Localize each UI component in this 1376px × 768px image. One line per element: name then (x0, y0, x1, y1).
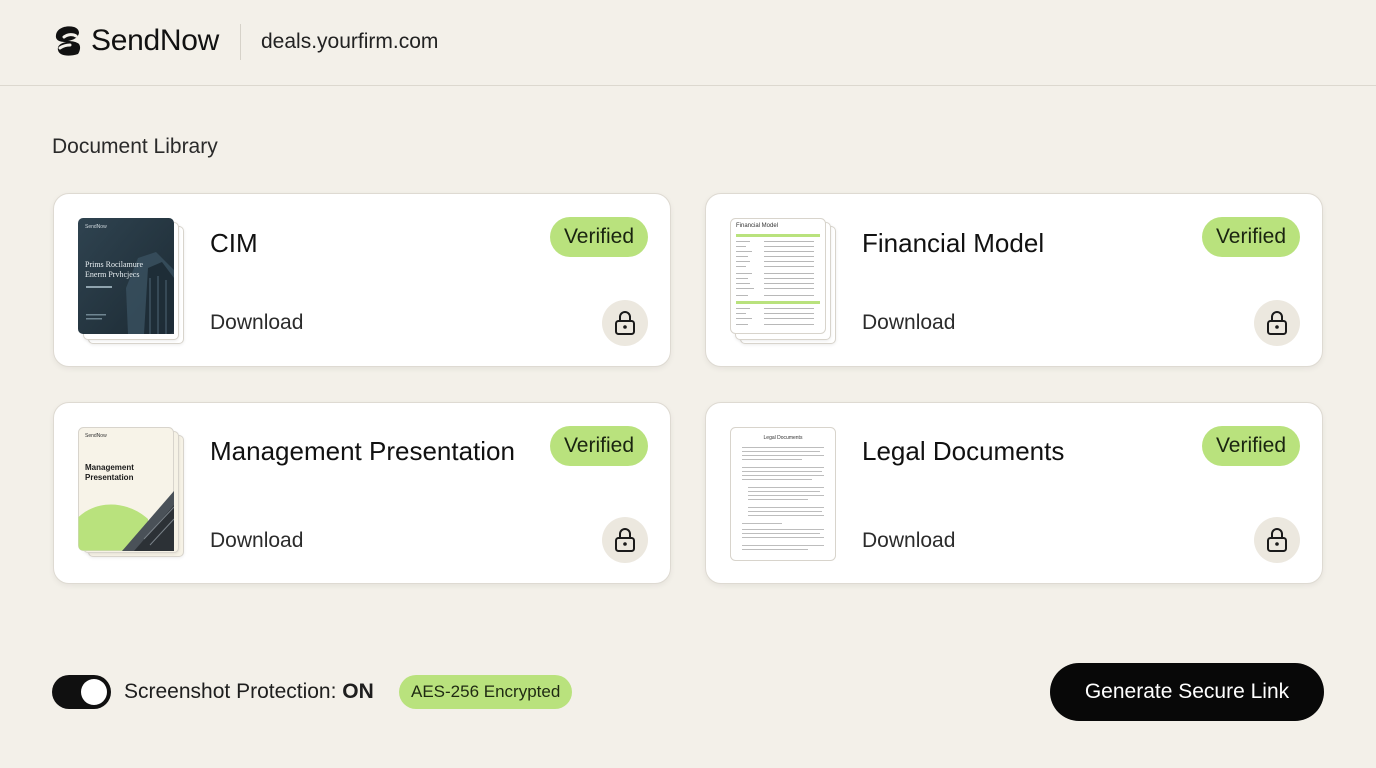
generate-secure-link-button[interactable]: Generate Secure Link (1050, 663, 1324, 721)
lock-button[interactable] (602, 300, 648, 346)
lock-icon (1267, 528, 1287, 552)
toggle-knob (81, 679, 107, 705)
lock-icon (615, 528, 635, 552)
sendnow-logo-icon (55, 26, 81, 56)
screenshot-protection-label: Screenshot Protection: ON (124, 680, 374, 703)
management-presentation-thumbnail: SendNow Management Presentation (78, 427, 184, 557)
verified-badge: Verified (1201, 217, 1300, 257)
encryption-badge: AES-256 Encrypted (399, 675, 573, 709)
card-title: Legal Documents (862, 436, 1065, 466)
deal-domain: deals.yourfirm.com (261, 30, 439, 53)
page-title: Document Library (52, 135, 218, 158)
cim-thumbnail: SendNow Prims Rocilamure Enerm Prvhcjecs (78, 218, 184, 344)
card-title: CIM (210, 228, 258, 258)
brand-name: SendNow (91, 24, 219, 57)
card-title: Financial Model (862, 228, 1045, 258)
document-card-cim[interactable]: SendNow Prims Rocilamure Enerm Prvhcjecs… (53, 193, 671, 367)
protection-state: ON (342, 680, 374, 703)
verified-badge: Verified (549, 426, 648, 466)
download-link[interactable]: Download (210, 529, 303, 553)
document-card-financial-model[interactable]: Financial Model Financial Model Download… (705, 193, 1323, 367)
verified-badge: Verified (1201, 426, 1300, 466)
screenshot-protection-toggle[interactable] (52, 675, 111, 709)
legal-thumb-title: Legal Documents (763, 435, 803, 441)
management-thumb-brand: SendNow (85, 433, 107, 439)
lock-icon (615, 311, 635, 335)
management-thumb-title: Management Presentation (85, 463, 134, 482)
document-card-legal-documents[interactable]: Legal Documents Legal Documents Download… (705, 402, 1323, 584)
lock-button[interactable] (1254, 300, 1300, 346)
financial-model-thumb-title: Financial Model (736, 223, 779, 229)
lock-icon (1267, 311, 1287, 335)
lock-button[interactable] (1254, 517, 1300, 563)
top-header: SendNow deals.yourfirm.com (0, 0, 1376, 86)
cim-thumb-brand: SendNow (85, 224, 107, 230)
header-divider (240, 24, 241, 60)
lock-button[interactable] (602, 517, 648, 563)
download-link[interactable]: Download (862, 311, 955, 335)
download-link[interactable]: Download (210, 311, 303, 335)
verified-badge: Verified (549, 217, 648, 257)
brand[interactable]: SendNow (52, 24, 219, 58)
financial-model-thumbnail: Financial Model (730, 218, 836, 344)
download-link[interactable]: Download (862, 529, 955, 553)
document-card-management-presentation[interactable]: SendNow Management Presentation Manageme… (53, 402, 671, 584)
legal-documents-thumbnail: Legal Documents (730, 427, 836, 561)
cim-thumb-title: Prims Rocilamure Enerm Prvhcjecs (85, 260, 143, 279)
card-title: Management Presentation (210, 436, 515, 466)
